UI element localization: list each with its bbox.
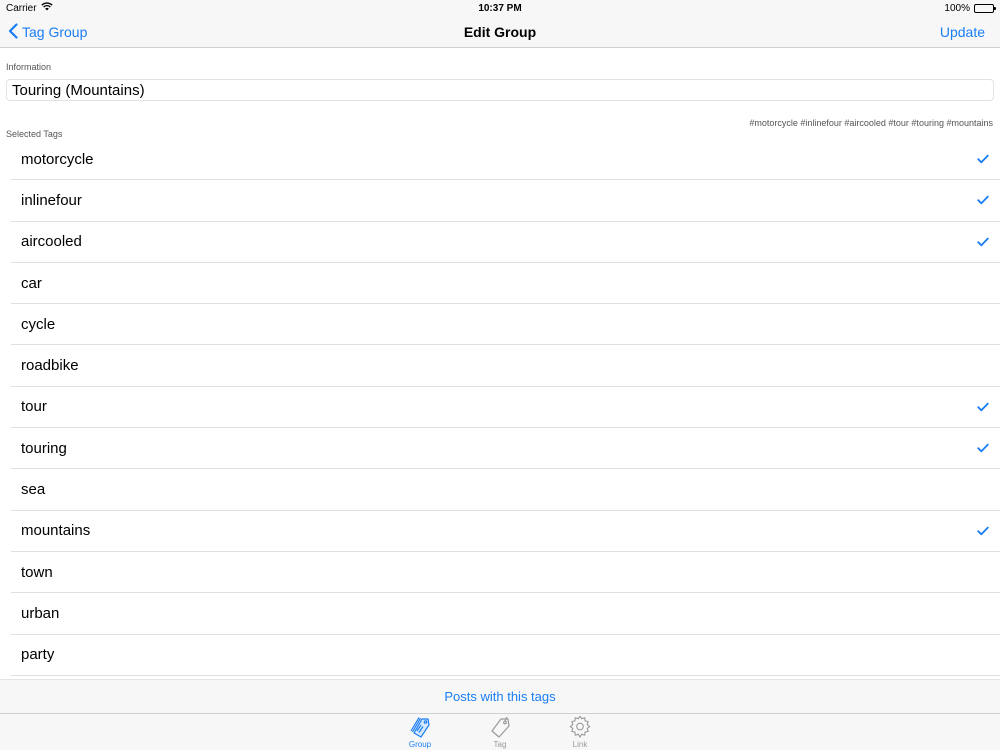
tag-label: car xyxy=(21,274,42,292)
checkmark-icon xyxy=(977,237,989,247)
group-name-field[interactable]: Touring (Mountains) xyxy=(6,79,994,101)
selected-tags-summary: #motorcycle #inlinefour #aircooled #tour… xyxy=(749,118,993,128)
information-label: Information xyxy=(6,62,52,72)
edit-group-content: Information Touring (Mountains) #motorcy… xyxy=(0,48,1000,679)
tag-label: sea xyxy=(21,481,46,499)
group-name-value: Touring (Mountains) xyxy=(12,81,145,99)
tag-label: tour xyxy=(21,398,47,416)
wifi-icon xyxy=(40,2,53,14)
tag-row[interactable]: sea xyxy=(11,469,1000,511)
tag-label: motorcycle xyxy=(21,150,94,168)
checkmark-icon xyxy=(977,526,989,536)
tag-row[interactable]: urban xyxy=(11,593,1000,635)
tag-row[interactable]: car xyxy=(11,263,1000,305)
tag-row[interactable]: inlinefour xyxy=(11,180,1000,222)
posts-with-tags-link[interactable]: Posts with this tags xyxy=(444,689,555,704)
tab-group[interactable]: Group xyxy=(380,714,460,750)
status-right: 100% xyxy=(794,2,996,14)
tag-row[interactable]: party xyxy=(11,635,1000,676)
tag-label: touring xyxy=(21,439,67,457)
selected-tags-label: Selected Tags xyxy=(6,129,63,139)
tag-label: roadbike xyxy=(21,357,79,375)
carrier-label: Carrier xyxy=(6,2,37,14)
battery-percent: 100% xyxy=(944,2,970,14)
tag-row[interactable]: town xyxy=(11,552,1000,594)
tag-row[interactable]: aircooled xyxy=(11,222,1000,263)
tag-label: aircooled xyxy=(21,233,82,251)
gear-icon xyxy=(568,714,592,739)
tag-row[interactable]: mountains xyxy=(11,511,1000,552)
tag-row[interactable]: roadbike xyxy=(11,345,1000,387)
tag-icon xyxy=(488,716,512,738)
tags-icon xyxy=(408,716,432,738)
back-button-label: Tag Group xyxy=(22,24,88,40)
navigation-bar: Tag Group Edit Group Update xyxy=(0,16,1000,48)
battery-icon xyxy=(973,3,996,13)
tag-row[interactable]: touring xyxy=(11,428,1000,470)
tag-row[interactable]: cycle xyxy=(11,304,1000,346)
tab-link-label: Link xyxy=(572,740,588,749)
back-button[interactable]: Tag Group xyxy=(8,16,87,48)
tag-label: town xyxy=(21,563,53,581)
update-button[interactable]: Update xyxy=(940,16,985,48)
tag-label: party xyxy=(21,646,55,664)
tag-label: mountains xyxy=(21,522,91,540)
checkmark-icon xyxy=(977,154,989,164)
chevron-left-icon xyxy=(8,22,18,42)
tab-group-label: Group xyxy=(408,740,432,749)
status-bar: Carrier 10:37 PM 100% xyxy=(0,0,1000,16)
status-time: 10:37 PM xyxy=(478,2,522,14)
tag-label: inlinefour xyxy=(21,191,82,209)
checkmark-icon xyxy=(977,402,989,412)
status-left: Carrier xyxy=(6,2,206,14)
posts-bar: Posts with this tags xyxy=(0,679,1000,713)
tab-bar: Group Tag Link xyxy=(0,713,1000,750)
checkmark-icon xyxy=(977,195,989,205)
tab-link[interactable]: Link xyxy=(540,714,620,750)
tag-label: cycle xyxy=(21,315,56,333)
checkmark-icon xyxy=(977,443,989,453)
page-title: Edit Group xyxy=(463,23,537,40)
tag-row[interactable]: tour xyxy=(11,387,1000,429)
tag-row[interactable]: motorcycle xyxy=(11,139,1000,181)
tab-tag[interactable]: Tag xyxy=(460,714,540,750)
tag-list: motorcycle inlinefour aircooled car cycle roa… xyxy=(11,139,1000,676)
tab-tag-label: Tag xyxy=(493,740,507,749)
tag-label: urban xyxy=(21,604,60,622)
